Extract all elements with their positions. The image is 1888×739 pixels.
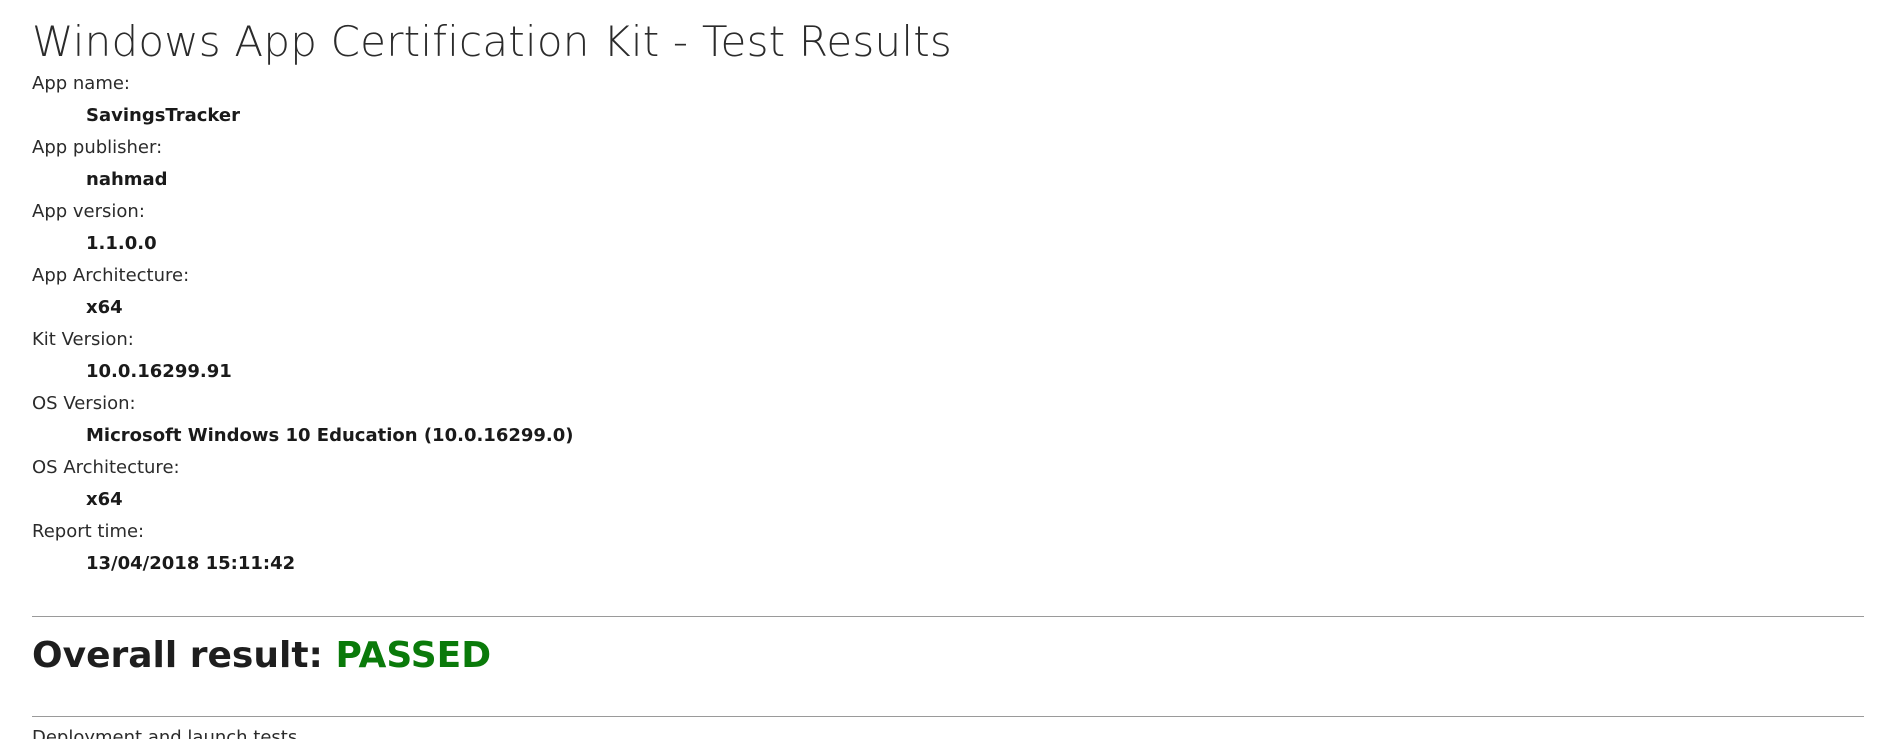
detail-value: nahmad [86, 169, 168, 190]
overall-result-label: Overall result: [32, 635, 323, 676]
divider [32, 716, 1864, 717]
detail-value: 1.1.0.0 [86, 233, 157, 254]
detail-label: App Architecture: [32, 265, 190, 286]
detail-label: App publisher: [32, 137, 163, 158]
detail-label: Kit Version: [32, 329, 134, 350]
overall-result-heading: Overall result: PASSED [32, 632, 491, 680]
divider [32, 616, 1864, 617]
detail-value: x64 [86, 489, 123, 510]
page-title: Windows App Certification Kit - Test Res… [32, 17, 952, 66]
detail-value: Microsoft Windows 10 Education (10.0.162… [86, 425, 574, 446]
detail-label: App version: [32, 201, 145, 222]
detail-value: 10.0.16299.91 [86, 361, 232, 382]
detail-label: OS Architecture: [32, 457, 180, 478]
detail-value: SavingsTracker [86, 105, 240, 126]
detail-label: OS Version: [32, 393, 136, 414]
report-page: Windows App Certification Kit - Test Res… [0, 0, 1888, 739]
detail-label: Report time: [32, 521, 145, 542]
detail-value: x64 [86, 297, 123, 318]
section-heading-partial: Deployment and launch tests [32, 727, 298, 739]
overall-result-status: PASSED [335, 635, 492, 676]
detail-value: 13/04/2018 15:11:42 [86, 553, 296, 574]
detail-label: App name: [32, 73, 130, 94]
